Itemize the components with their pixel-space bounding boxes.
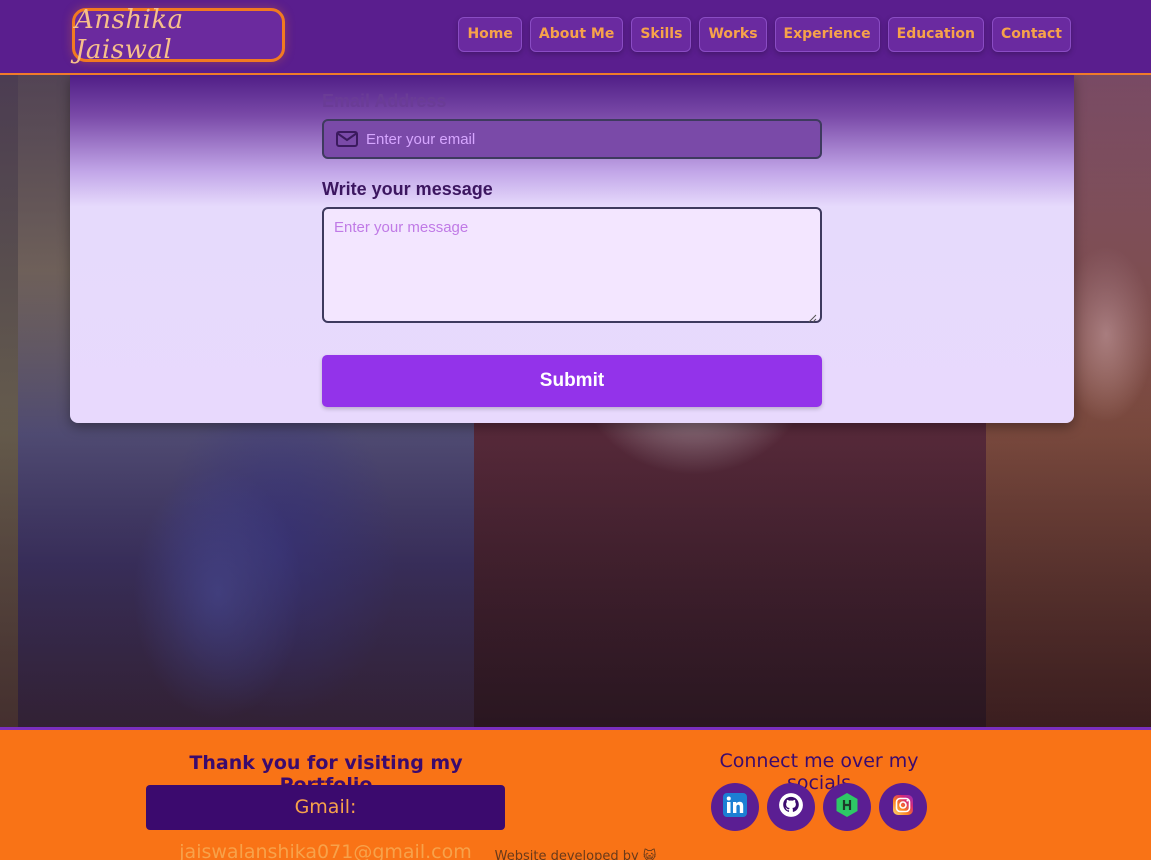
nav-experience[interactable]: Experience: [774, 17, 880, 52]
hackerrank-icon: [835, 792, 859, 822]
instagram-link[interactable]: [879, 783, 927, 831]
site-footer: Thank you for visiting my Portfolio Gmai…: [0, 727, 1151, 860]
site-logo[interactable]: Anshika Jaiswal: [72, 5, 285, 65]
message-label: Write your message: [322, 179, 493, 199]
instagram-icon: [892, 794, 914, 820]
github-link[interactable]: [767, 783, 815, 831]
email-input[interactable]: [366, 130, 786, 148]
email-field[interactable]: [322, 119, 822, 159]
linkedin-icon: [723, 793, 747, 821]
mail-icon: [336, 131, 358, 147]
github-icon: [778, 792, 804, 822]
resize-grip-icon[interactable]: [807, 308, 817, 323]
main-nav: Home About Me Skills Works Experience Ed…: [458, 17, 1071, 52]
nav-contact[interactable]: Contact: [992, 17, 1071, 52]
message-textarea[interactable]: [322, 207, 822, 323]
developed-by-text: Website developed by 😺: [494, 849, 657, 860]
site-header: Anshika Jaiswal Home About Me Skills Wor…: [0, 0, 1151, 75]
gmail-badge[interactable]: Gmail: jaiswalanshika071@gmail.com: [146, 785, 505, 860]
hackerrank-link[interactable]: [823, 783, 871, 831]
nav-education[interactable]: Education: [887, 17, 984, 52]
contact-form-card: Email Address Write your message Submit: [70, 74, 1074, 423]
linkedin-link[interactable]: [711, 783, 759, 831]
social-links: [711, 783, 927, 831]
email-label: Email Address: [322, 91, 447, 111]
submit-button[interactable]: Submit: [322, 355, 822, 407]
nav-works[interactable]: Works: [699, 17, 767, 52]
nav-about-me[interactable]: About Me: [529, 17, 624, 52]
logo-text: Anshika Jaiswal: [75, 5, 184, 65]
nav-home[interactable]: Home: [458, 17, 522, 52]
nav-skills[interactable]: Skills: [631, 17, 692, 52]
